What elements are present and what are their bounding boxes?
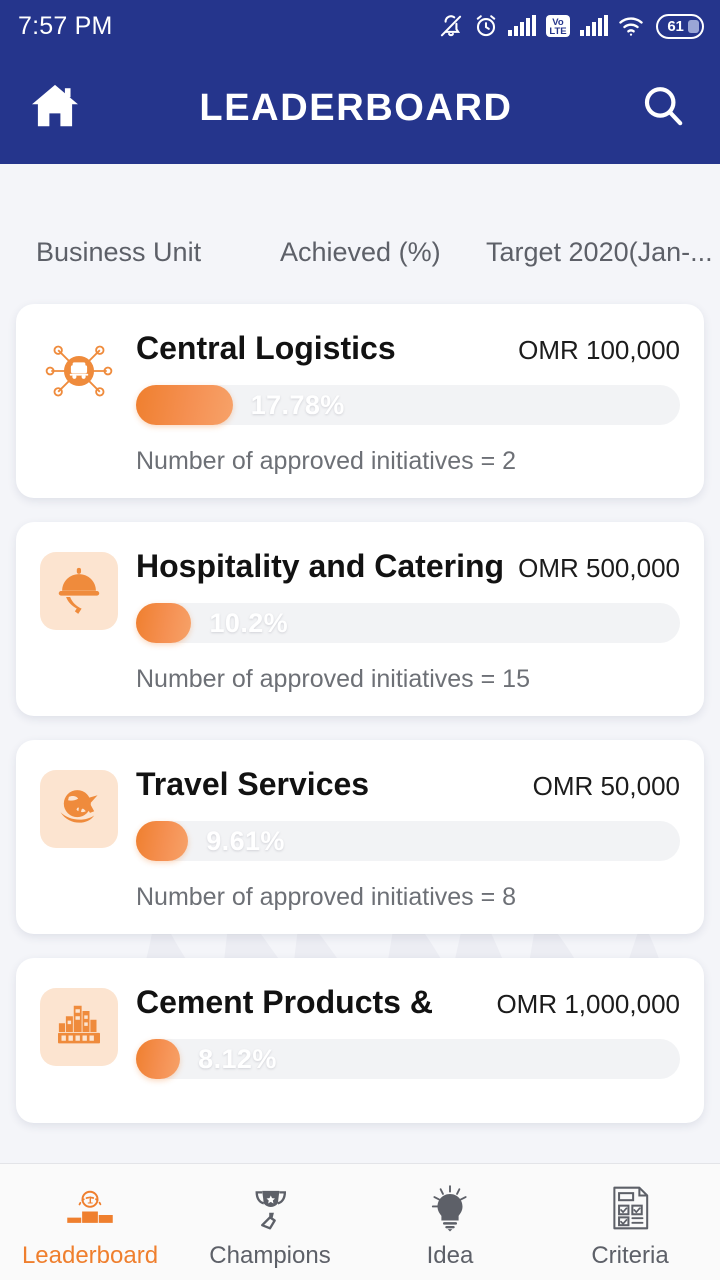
progress-label: 9.61%: [206, 825, 285, 856]
leaderboard-list[interactable]: Central Logistics OMR 100,000 17.78% Num…: [0, 304, 720, 1123]
svg-text:LTE: LTE: [549, 26, 566, 37]
volte-icon: Vo LTE: [545, 13, 571, 39]
progress-label: 10.2%: [209, 607, 289, 638]
status-icons: Vo LTE 61: [438, 13, 704, 39]
card-icon-tile: [40, 334, 118, 412]
nav-label: Idea: [426, 1242, 474, 1269]
nav-item-criteria[interactable]: Criteria: [540, 1164, 720, 1280]
card-icon-tile: [40, 988, 118, 1066]
progress-fill: [136, 603, 192, 643]
podium-icon: 1: [62, 1180, 118, 1236]
card-initiatives-note: Number of approved initiatives = 8: [136, 883, 517, 911]
status-time: 7:57 PM: [18, 11, 113, 40]
column-header-business-unit: Business Unit: [36, 236, 202, 267]
card-header-row: Central Logistics OMR 100,000: [136, 330, 680, 367]
svg-text:1: 1: [87, 1195, 93, 1207]
home-icon: [28, 79, 82, 138]
progress-fill: [136, 821, 189, 861]
bell-off-icon: [438, 13, 464, 39]
card-body: Cement Products & OMR 1,000,000 8.12%: [136, 984, 680, 1101]
signal-bars-icon: [508, 14, 536, 38]
card-header-row: Cement Products & OMR 1,000,000: [136, 984, 680, 1021]
list-item[interactable]: Central Logistics OMR 100,000 17.78% Num…: [16, 304, 704, 498]
progress-fill: [136, 1039, 181, 1079]
card-initiatives-note: Number of approved initiatives = 15: [136, 665, 530, 693]
card-target-value: OMR 1,000,000: [496, 989, 680, 1019]
card-title: Hospitality and Catering: [136, 548, 505, 584]
list-item[interactable]: Hospitality and Catering OMR 500,000 10.…: [16, 522, 704, 716]
search-icon: [639, 82, 687, 135]
nav-item-idea[interactable]: Idea: [360, 1164, 540, 1280]
app-bar: LEADERBOARD: [0, 52, 720, 164]
page-title: LEADERBOARD: [199, 86, 513, 129]
nav-label: Champions: [209, 1242, 331, 1269]
card-body: Central Logistics OMR 100,000 17.78% Num…: [136, 330, 680, 476]
logistics-network-icon: [42, 334, 116, 413]
list-item[interactable]: Travel Services OMR 50,000 9.61% Number …: [16, 740, 704, 934]
alarm-clock-icon: [473, 13, 499, 39]
card-target-value: OMR 100,000: [518, 335, 680, 365]
leaderboard-screen: 7:57 PM Vo LTE 61 LEADERBOARD Business U…: [0, 0, 720, 1280]
nav-item-leaderboard[interactable]: 1 Leaderboard: [0, 1164, 180, 1280]
food-cloche-icon: [52, 562, 106, 621]
progress-bar: 9.61%: [136, 821, 680, 861]
card-icon-tile: [40, 770, 118, 848]
card-header-row: Travel Services OMR 50,000: [136, 766, 680, 803]
status-bar: 7:57 PM Vo LTE 61: [0, 0, 720, 52]
list-item[interactable]: Cement Products & OMR 1,000,000 8.12%: [16, 958, 704, 1123]
column-header-target: Target 2020(Jan-...: [486, 236, 713, 267]
column-header-achieved: Achieved (%): [280, 236, 441, 267]
nav-label: Criteria: [591, 1242, 669, 1269]
progress-bar: 17.78%: [136, 385, 680, 425]
card-icon-tile: [40, 552, 118, 630]
nav-label: Leaderboard: [21, 1242, 159, 1269]
bottom-navigation: 1 Leaderboard Champions Idea Criteria: [0, 1163, 720, 1280]
progress-fill: [136, 385, 233, 425]
card-initiatives-note: Number of approved initiatives = 2: [136, 447, 517, 475]
nav-item-champions[interactable]: Champions: [180, 1164, 360, 1280]
card-body: Hospitality and Catering OMR 500,000 10.…: [136, 548, 680, 694]
trophy-icon: [245, 1180, 295, 1236]
signal-bars-icon: [580, 14, 608, 38]
card-header-row: Hospitality and Catering OMR 500,000: [136, 548, 680, 585]
card-title: Cement Products &: [136, 984, 433, 1020]
card-title: Central Logistics: [136, 330, 396, 366]
progress-bar: 10.2%: [136, 603, 680, 643]
progress-label: 8.12%: [198, 1043, 277, 1074]
card-target-value: OMR 50,000: [532, 771, 680, 801]
cement-buildings-icon: [51, 997, 107, 1058]
card-title: Travel Services: [136, 766, 370, 802]
content-sheet: Business Unit Achieved (%) Target 2020(J…: [0, 200, 720, 1280]
wifi-icon: [617, 13, 647, 39]
progress-label: 17.78%: [250, 389, 345, 420]
card-body: Travel Services OMR 50,000 9.61% Number …: [136, 766, 680, 912]
home-button[interactable]: [24, 77, 86, 139]
lightbulb-head-icon: [425, 1180, 475, 1236]
card-target-value: OMR 500,000: [518, 553, 680, 583]
battery-level: 61: [667, 17, 684, 35]
checklist-document-icon: [605, 1180, 655, 1236]
globe-airplane-icon: [52, 780, 106, 839]
progress-bar: 8.12%: [136, 1039, 680, 1079]
column-header-row: Business Unit Achieved (%) Target 2020(J…: [0, 200, 720, 304]
battery-icon: 61: [656, 13, 704, 39]
search-button[interactable]: [632, 77, 694, 139]
